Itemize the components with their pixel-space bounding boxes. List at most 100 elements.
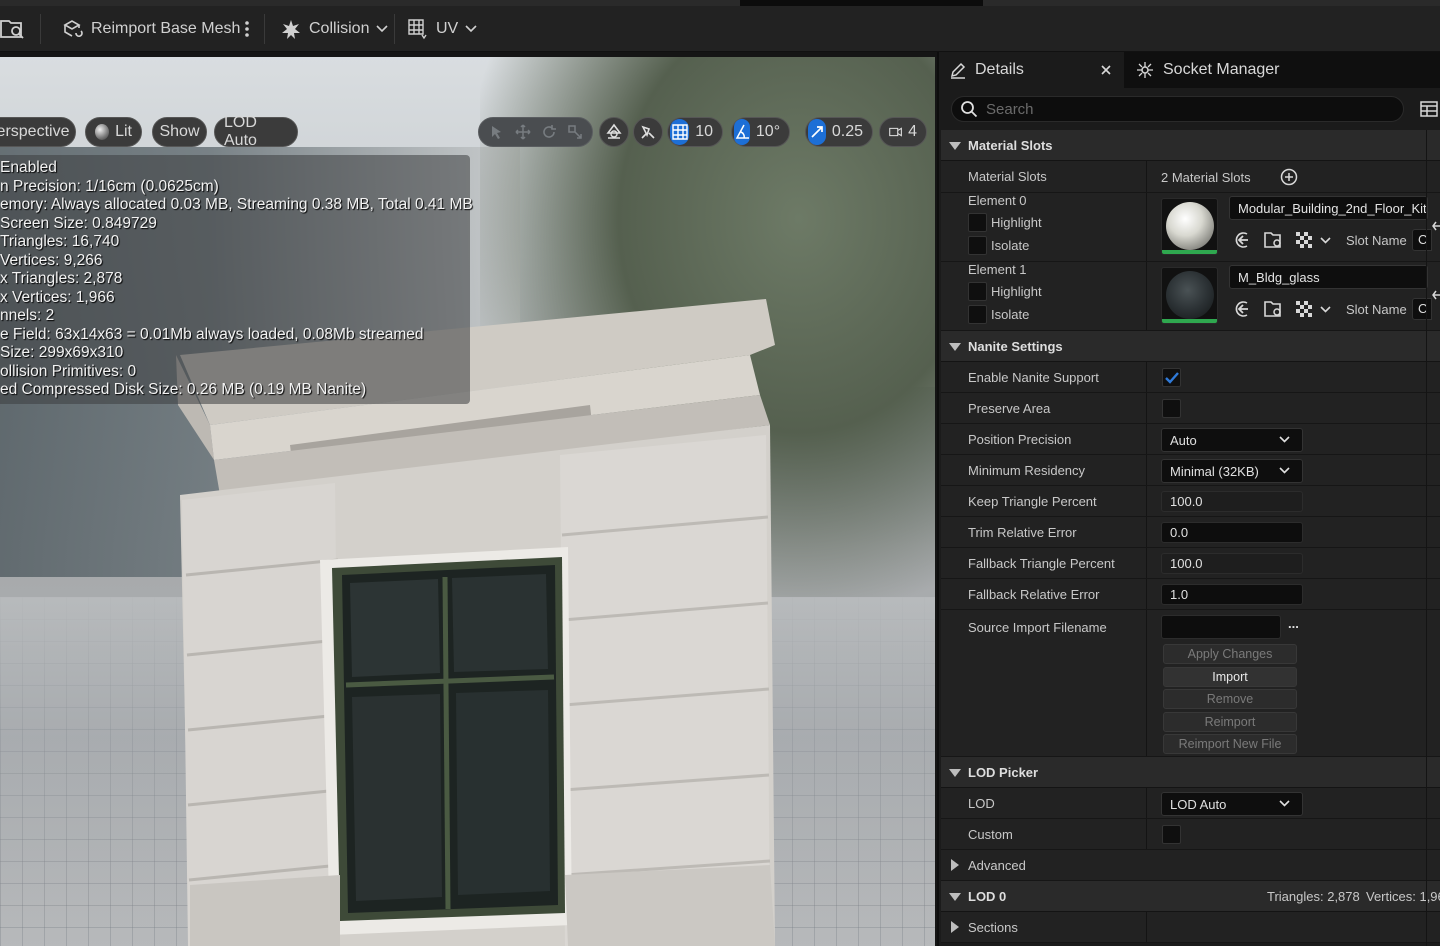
chevron-down-icon[interactable]: [1320, 306, 1331, 313]
close-icon[interactable]: [1101, 65, 1111, 75]
keep-triangle-percent-input[interactable]: 100.0: [1161, 491, 1303, 512]
trim-relative-error-input[interactable]: 0.0: [1161, 522, 1303, 543]
world-local-toggle[interactable]: [599, 117, 629, 147]
browse-asset-icon[interactable]: [0, 6, 30, 52]
slot-name-field[interactable]: C: [1412, 229, 1432, 251]
grid-snap-button[interactable]: 10: [667, 117, 723, 147]
chevron-down-icon[interactable]: [1320, 237, 1331, 244]
dropdown-value: Minimal (32KB): [1170, 463, 1259, 479]
lit-sphere-icon: [95, 124, 110, 140]
highlight-label: Highlight: [991, 215, 1042, 230]
isolate-label: Isolate: [991, 307, 1030, 322]
material-picker-checker-icon[interactable]: [1296, 301, 1312, 317]
scale-icon[interactable]: [567, 124, 583, 140]
material-thumbnail[interactable]: [1161, 267, 1218, 324]
sections-row[interactable]: Sections: [941, 912, 1440, 943]
lod-auto-button[interactable]: LOD Auto: [214, 114, 298, 149]
material-picker-checker-icon[interactable]: [1296, 232, 1312, 248]
preserve-area-checkbox[interactable]: [1162, 399, 1181, 418]
chevron-down-icon: [1279, 467, 1290, 474]
lit-mode-button[interactable]: Lit: [85, 117, 142, 147]
tab-socket-manager[interactable]: Socket Manager: [1135, 52, 1280, 88]
source-import-row: Source Import Filename ... Apply Changes…: [941, 610, 1440, 757]
import-button[interactable]: Import: [1163, 667, 1297, 687]
stats-line: Enabled: [0, 159, 57, 176]
material-name-field[interactable]: Modular_Building_2nd_Floor_Kit_0: [1229, 196, 1428, 220]
fallback-triangle-percent-input[interactable]: 100.0: [1161, 553, 1303, 574]
asset-toolbar: Reimport Base Mesh Collision UV: [0, 6, 1440, 52]
use-selected-asset-icon[interactable]: [1234, 231, 1252, 249]
rotate-icon[interactable]: [541, 124, 557, 140]
reimport-base-mesh-button[interactable]: Reimport Base Mesh: [62, 6, 240, 52]
collision-dropdown[interactable]: Collision: [280, 6, 389, 52]
camera-speed-value: 4: [908, 123, 917, 140]
enable-nanite-checkbox[interactable]: [1162, 368, 1181, 387]
isolate-checkbox[interactable]: [968, 305, 987, 324]
show-button[interactable]: Show: [152, 117, 207, 147]
stats-line: x Triangles: 2,878: [0, 270, 123, 287]
material-thumbnail[interactable]: [1161, 198, 1218, 255]
stats-line: x Vertices: 1,966: [0, 288, 115, 306]
use-selected-asset-icon[interactable]: [1234, 300, 1252, 318]
custom-checkbox[interactable]: [1162, 825, 1181, 844]
material-name-field[interactable]: M_Bldg_glass: [1229, 265, 1428, 289]
coordinate-system-icon: [606, 123, 622, 139]
rotation-snap-value: 10°: [755, 123, 781, 140]
browse-file-button[interactable]: ...: [1288, 616, 1299, 631]
translate-icon[interactable]: [514, 124, 531, 140]
stats-line: ollision Primitives: 0: [0, 362, 137, 380]
perspective-button[interactable]: erspective: [0, 117, 76, 147]
details-tab-bar: Details Socket Manager: [939, 52, 1440, 88]
reimport-button[interactable]: Reimport: [1163, 712, 1297, 732]
lod-row: LOD LOD Auto: [941, 788, 1440, 819]
collapse-arrow-icon: [949, 343, 961, 351]
isolate-checkbox[interactable]: [968, 236, 987, 255]
rotation-snap-button[interactable]: 10°: [731, 117, 790, 147]
dropdown-value: LOD Auto: [1170, 796, 1227, 812]
surface-snap-toggle[interactable]: [633, 117, 663, 147]
mesh-viewport[interactable]: erspective Lit Show LOD Auto 10 10° 0.25…: [0, 57, 935, 946]
property-label: Keep Triangle Percent: [968, 493, 1097, 509]
fallback-relative-error-input[interactable]: 1.0: [1161, 584, 1303, 605]
minimum-residency-dropdown[interactable]: Minimal (32KB): [1161, 459, 1303, 483]
browse-folder-icon[interactable]: [1264, 300, 1284, 318]
reset-arrow-icon[interactable]: [1432, 289, 1440, 301]
camera-speed-button[interactable]: 4: [879, 117, 927, 147]
category-lod-picker[interactable]: LOD Picker: [941, 757, 1440, 788]
stats-line: Vertices: 9,266: [0, 251, 103, 269]
lod-dropdown[interactable]: LOD Auto: [1161, 792, 1303, 816]
category-nanite-settings[interactable]: Nanite Settings: [941, 331, 1440, 362]
search-icon: [961, 101, 978, 118]
stats-line: Size: 299x69x310: [0, 344, 124, 361]
category-lod0[interactable]: LOD 0 Triangles: 2,878 Vertices: 1,966: [941, 881, 1440, 912]
category-material-slots[interactable]: Material Slots: [941, 130, 1440, 161]
isolate-label: Isolate: [991, 238, 1030, 253]
property-label: Trim Relative Error: [968, 524, 1077, 540]
apply-changes-button[interactable]: Apply Changes: [1163, 644, 1297, 664]
position-precision-dropdown[interactable]: Auto: [1161, 428, 1303, 452]
lod0-triangles: Triangles: 2,878: [1267, 889, 1360, 904]
details-search-input[interactable]: Search: [951, 96, 1404, 122]
scale-snap-button[interactable]: 0.25: [805, 117, 873, 147]
reset-arrow-icon[interactable]: [1432, 220, 1440, 232]
pencil-icon: [950, 62, 966, 79]
advanced-row[interactable]: Advanced: [941, 850, 1440, 881]
collision-label: Collision: [309, 20, 370, 37]
uv-dropdown[interactable]: UV: [407, 6, 477, 52]
reimport-options-kebab-icon[interactable]: [244, 6, 250, 52]
material-element-0: Element 0 Highlight Isolate Modular_Buil…: [941, 193, 1440, 262]
tab-details[interactable]: Details: [939, 52, 1124, 88]
property-matrix-icon[interactable]: [1420, 101, 1438, 117]
remove-button[interactable]: Remove: [1163, 689, 1297, 709]
highlight-checkbox[interactable]: [968, 213, 987, 232]
reimport-new-file-button[interactable]: Reimport New File: [1163, 734, 1297, 754]
slot-name-field[interactable]: C: [1412, 298, 1432, 320]
highlight-checkbox[interactable]: [968, 282, 987, 301]
stats-line: Screen Size: 0.849729: [0, 214, 157, 232]
stats-line: e Field: 63x14x63 = 0.01Mb always loaded…: [0, 325, 424, 343]
browse-folder-icon[interactable]: [1264, 231, 1284, 249]
source-import-filename-input[interactable]: [1161, 615, 1281, 639]
add-material-slot-icon[interactable]: [1280, 168, 1298, 186]
stats-line: emory: Always allocated 0.03 MB, Streami…: [0, 196, 473, 213]
select-arrow-icon[interactable]: [489, 124, 505, 140]
